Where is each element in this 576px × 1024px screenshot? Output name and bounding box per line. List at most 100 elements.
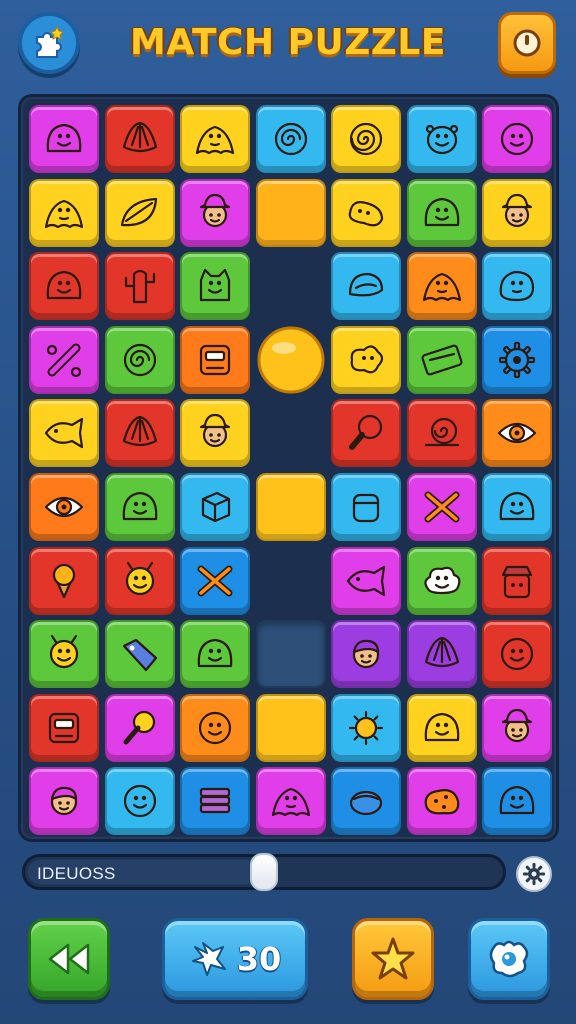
tile-empty[interactable] (255, 178, 326, 247)
shop-button[interactable] (468, 918, 550, 1000)
alien-face-icon (425, 124, 458, 155)
bone-icon (46, 343, 82, 377)
tile[interactable] (29, 399, 99, 468)
tile[interactable] (406, 105, 477, 173)
tile[interactable] (180, 546, 250, 615)
tile[interactable] (482, 767, 552, 836)
tile[interactable] (406, 620, 477, 689)
tile[interactable] (406, 252, 477, 321)
progress-knob[interactable] (250, 853, 278, 891)
pause-button[interactable] (498, 12, 556, 74)
tile[interactable] (180, 473, 250, 541)
robot-icon (199, 344, 231, 375)
tile[interactable] (406, 473, 477, 541)
page-title: MATCH PUZZLE (130, 22, 446, 63)
shell-icon (424, 637, 459, 668)
tile[interactable] (482, 620, 552, 689)
tile[interactable] (331, 252, 401, 321)
robot-hat-icon (501, 565, 533, 598)
tile[interactable] (255, 105, 326, 173)
tile[interactable] (104, 399, 175, 468)
eye-swirl-icon (44, 496, 84, 518)
blob-face-icon (197, 639, 233, 668)
ticket-icon (420, 344, 463, 376)
tile[interactable] (104, 620, 175, 689)
cloud-face-icon (423, 566, 460, 594)
tile[interactable] (331, 325, 401, 394)
tile[interactable] (104, 546, 175, 615)
tile[interactable] (29, 546, 99, 615)
tile[interactable] (482, 105, 552, 173)
tile[interactable] (29, 325, 99, 394)
shell-icon (122, 121, 157, 153)
tile[interactable] (331, 473, 401, 541)
tile[interactable] (29, 620, 99, 689)
sun-icon (348, 710, 384, 745)
tile[interactable] (406, 178, 477, 247)
star-burst-icon (191, 942, 226, 976)
tile[interactable] (331, 767, 401, 836)
bug-face-icon (49, 635, 79, 669)
tile[interactable] (482, 546, 552, 615)
tile[interactable] (255, 767, 326, 836)
moves-counter-button[interactable]: 30 (162, 918, 308, 1000)
tile[interactable] (482, 252, 552, 321)
tile[interactable] (104, 105, 175, 173)
gem-icon (489, 940, 529, 978)
tile[interactable] (482, 178, 552, 247)
puzzle-piece-icon[interactable] (18, 12, 80, 74)
tile[interactable] (180, 252, 250, 321)
tile[interactable] (104, 252, 175, 321)
tile[interactable] (406, 693, 477, 762)
tile[interactable] (29, 473, 99, 541)
tag-icon (122, 639, 157, 672)
tile[interactable] (331, 178, 401, 247)
tile-empty[interactable] (255, 693, 326, 762)
tile[interactable] (331, 546, 401, 615)
tile[interactable] (406, 399, 477, 468)
tile[interactable] (331, 399, 401, 468)
settings-button[interactable] (516, 856, 552, 892)
tile[interactable] (104, 325, 175, 394)
level-progress-bar[interactable]: IDEUOSS (22, 853, 506, 891)
tile[interactable] (104, 473, 175, 541)
blob-face-icon (499, 786, 535, 815)
back-button[interactable] (28, 918, 110, 1000)
tile[interactable] (180, 325, 250, 394)
tile[interactable] (180, 399, 250, 468)
ball-piece[interactable] (256, 326, 326, 394)
tile[interactable] (180, 693, 250, 762)
rewind-icon (48, 943, 90, 975)
star-booster-button[interactable] (352, 918, 434, 1000)
cookie-icon (424, 789, 459, 815)
tile[interactable] (406, 546, 477, 615)
tile[interactable] (29, 105, 99, 173)
tile[interactable] (29, 252, 99, 321)
pause-timer-icon (513, 29, 541, 57)
tile[interactable] (180, 105, 250, 173)
tile[interactable] (104, 178, 175, 247)
tile[interactable] (180, 178, 250, 247)
tile[interactable] (406, 325, 477, 394)
tile[interactable] (482, 473, 552, 541)
tile[interactable] (29, 767, 99, 836)
tile[interactable] (482, 399, 552, 468)
cactus-icon (124, 270, 155, 304)
tile[interactable] (104, 693, 175, 762)
tile[interactable] (180, 620, 250, 689)
tile[interactable] (406, 767, 477, 836)
star-icon (371, 937, 415, 980)
tile[interactable] (482, 325, 552, 394)
tile[interactable] (482, 693, 552, 762)
tile[interactable] (29, 178, 99, 247)
tile[interactable] (180, 767, 250, 836)
tile[interactable] (331, 105, 401, 173)
tile[interactable] (104, 767, 175, 836)
tile[interactable] (29, 693, 99, 762)
slime-icon (271, 788, 310, 817)
tile[interactable] (331, 693, 401, 762)
blob-face-icon (46, 123, 82, 153)
tile[interactable] (331, 620, 401, 689)
slime-icon (422, 273, 461, 302)
tile-empty[interactable] (255, 473, 326, 541)
